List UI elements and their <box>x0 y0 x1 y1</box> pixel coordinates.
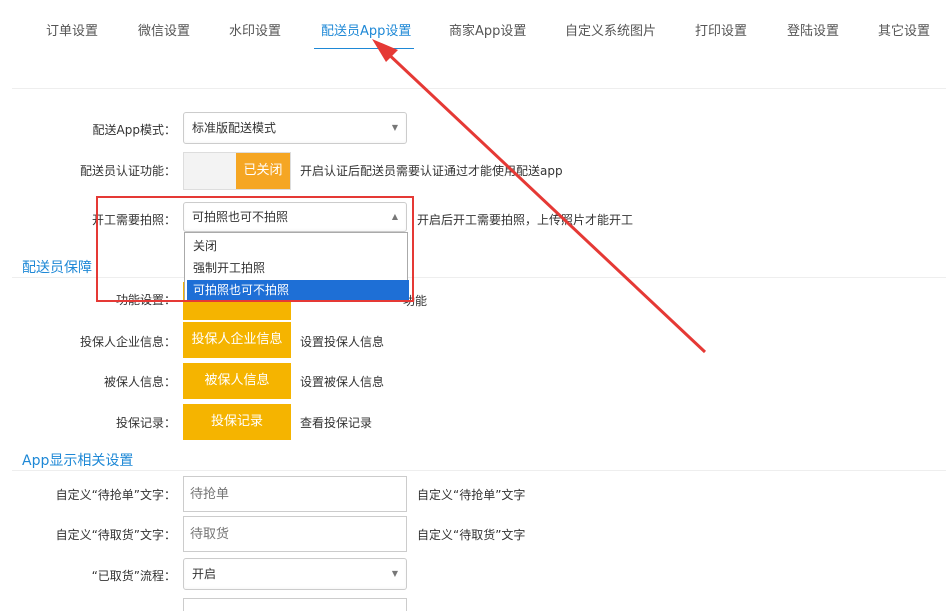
annotation-arrow <box>372 39 707 354</box>
arrow-line <box>382 48 707 354</box>
